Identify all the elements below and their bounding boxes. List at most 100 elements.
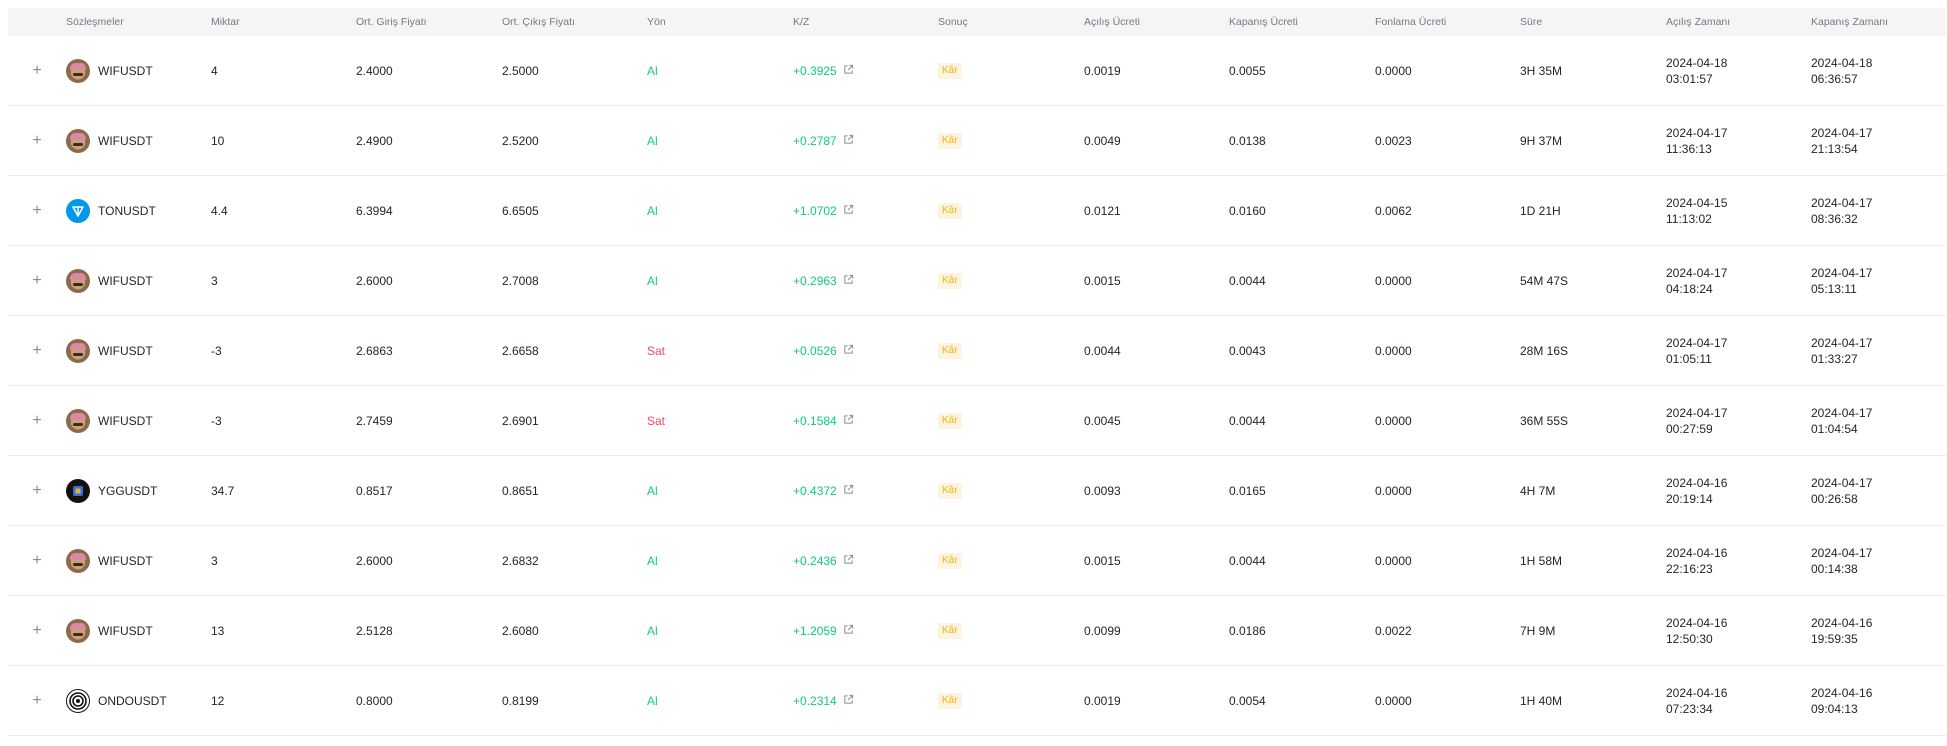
funding-fee: 0.0000 xyxy=(1375,665,1520,736)
side: Sat xyxy=(647,385,793,456)
external-link-icon[interactable] xyxy=(843,134,854,148)
external-link-icon[interactable] xyxy=(843,344,854,358)
close-date: 2024-04-17 xyxy=(1811,335,1873,350)
close-fee: 0.0054 xyxy=(1229,665,1375,736)
open-time: 04:18:24 xyxy=(1666,281,1713,296)
close-time-cell: 2024-04-17 00:26:58 xyxy=(1811,455,1946,526)
pnl-cell: +0.1584 xyxy=(793,385,938,456)
open-time-cell: 2024-04-17 04:18:24 xyxy=(1666,245,1811,316)
expand-row-button[interactable]: + xyxy=(29,272,45,289)
close-date: 2024-04-17 xyxy=(1811,265,1873,280)
expand-cell: + xyxy=(8,175,66,246)
header-open-time: Açılış Zamanı xyxy=(1666,8,1811,36)
duration: 7H 9M xyxy=(1520,595,1666,666)
close-time: 09:04:13 xyxy=(1811,701,1858,716)
avg-exit-price: 6.6505 xyxy=(502,175,647,246)
expand-row-button[interactable]: + xyxy=(29,342,45,359)
table-row: + TONUSDT 4.4 6.3994 6.6505 Al +1.0702 Kâr 0.012… xyxy=(8,175,1946,246)
open-date: 2024-04-17 xyxy=(1666,265,1728,280)
table-row: + WIFUSDT 3 2.6000 2.6832 Al +0.2436 Kâr 0.0015 0… xyxy=(8,525,1946,596)
close-time-cell: 2024-04-16 09:04:13 xyxy=(1811,665,1946,736)
open-fee: 0.0121 xyxy=(1084,175,1229,246)
close-date: 2024-04-16 xyxy=(1811,685,1873,700)
close-time-cell: 2024-04-17 01:04:54 xyxy=(1811,385,1946,456)
expand-row-button[interactable]: + xyxy=(29,622,45,639)
avg-entry-price: 0.8517 xyxy=(356,455,502,526)
result-badge: Kâr xyxy=(938,63,962,79)
duration: 1H 40M xyxy=(1520,665,1666,736)
contract-symbol: WIFUSDT xyxy=(98,133,153,148)
open-fee: 0.0015 xyxy=(1084,245,1229,316)
expand-row-button[interactable]: + xyxy=(29,552,45,569)
expand-cell: + xyxy=(8,525,66,596)
avg-entry-price: 2.6863 xyxy=(356,315,502,386)
contract-cell: WIFUSDT xyxy=(66,385,211,456)
avg-exit-price: 2.6080 xyxy=(502,595,647,666)
pnl-value: +0.1584 xyxy=(793,413,837,428)
avg-entry-price: 2.6000 xyxy=(356,245,502,316)
open-fee: 0.0019 xyxy=(1084,36,1229,106)
funding-fee: 0.0023 xyxy=(1375,105,1520,176)
table-body: + WIFUSDT 4 2.4000 2.5000 Al +0.3925 Kâr 0.0019 0… xyxy=(8,36,1946,736)
expand-row-button[interactable]: + xyxy=(29,202,45,219)
pnl-value: +0.0526 xyxy=(793,343,837,358)
close-time: 19:59:35 xyxy=(1811,631,1858,646)
header-avg-entry-price: Ort. Giriş Fiyatı xyxy=(356,8,502,36)
contract-cell: ONDOUSDT xyxy=(66,665,211,736)
table-header: Sözleşmeler Miktar Ort. Giriş Fiyatı Ort. Ç… xyxy=(8,8,1946,36)
close-date: 2024-04-17 xyxy=(1811,475,1873,490)
pnl-cell: +0.2436 xyxy=(793,525,938,596)
duration: 4H 7M xyxy=(1520,455,1666,526)
contract-cell: WIFUSDT xyxy=(66,595,211,666)
result-cell: Kâr xyxy=(938,105,1084,176)
expand-row-button[interactable]: + xyxy=(29,412,45,429)
pnl-value: +0.4372 xyxy=(793,483,837,498)
expand-row-button[interactable]: + xyxy=(29,482,45,499)
contract-symbol: WIFUSDT xyxy=(98,553,153,568)
expand-cell: + xyxy=(8,36,66,106)
close-time-cell: 2024-04-17 00:14:38 xyxy=(1811,525,1946,596)
avg-exit-price: 2.7008 xyxy=(502,245,647,316)
external-link-icon[interactable] xyxy=(843,64,854,78)
contract-symbol: TONUSDT xyxy=(98,203,156,218)
expand-row-button[interactable]: + xyxy=(29,132,45,149)
open-date: 2024-04-18 xyxy=(1666,55,1728,70)
avg-exit-price: 2.6832 xyxy=(502,525,647,596)
quantity: 4.4 xyxy=(211,175,356,246)
expand-row-button[interactable]: + xyxy=(29,62,45,79)
contract-cell: WIFUSDT xyxy=(66,245,211,316)
external-link-icon[interactable] xyxy=(843,694,854,708)
close-date: 2024-04-17 xyxy=(1811,405,1873,420)
open-time: 22:16:23 xyxy=(1666,561,1713,576)
external-link-icon[interactable] xyxy=(843,554,854,568)
external-link-icon[interactable] xyxy=(843,484,854,498)
close-fee: 0.0138 xyxy=(1229,105,1375,176)
external-link-icon[interactable] xyxy=(843,274,854,288)
external-link-icon[interactable] xyxy=(843,204,854,218)
expand-cell: + xyxy=(8,595,66,666)
quantity: 34.7 xyxy=(211,455,356,526)
contract-symbol: ONDOUSDT xyxy=(98,693,167,708)
expand-row-button[interactable]: + xyxy=(29,692,45,709)
close-fee: 0.0160 xyxy=(1229,175,1375,246)
avg-exit-price: 2.6658 xyxy=(502,315,647,386)
pnl-value: +0.2314 xyxy=(793,693,837,708)
result-cell: Kâr xyxy=(938,525,1084,596)
header-open-fee: Açılış Ücreti xyxy=(1084,8,1229,36)
close-fee: 0.0186 xyxy=(1229,595,1375,666)
quantity: 4 xyxy=(211,36,356,106)
close-time-cell: 2024-04-17 01:33:27 xyxy=(1811,315,1946,386)
external-link-icon[interactable] xyxy=(843,414,854,428)
trade-history-table: Sözleşmeler Miktar Ort. Giriş Fiyatı Ort. Ç… xyxy=(8,8,1946,736)
table-row: + WIFUSDT 10 2.4900 2.5200 Al +0.2787 Kâr 0.0049… xyxy=(8,105,1946,176)
expand-cell: + xyxy=(8,665,66,736)
wif-coin-icon xyxy=(66,618,90,643)
result-cell: Kâr xyxy=(938,175,1084,246)
result-badge: Kâr xyxy=(938,553,962,569)
external-link-icon[interactable] xyxy=(843,624,854,638)
header-close-time: Kapanış Zamanı xyxy=(1811,8,1946,36)
open-fee: 0.0045 xyxy=(1084,385,1229,456)
result-cell: Kâr xyxy=(938,595,1084,666)
wif-coin-icon xyxy=(66,58,90,83)
contract-cell: WIFUSDT xyxy=(66,36,211,106)
